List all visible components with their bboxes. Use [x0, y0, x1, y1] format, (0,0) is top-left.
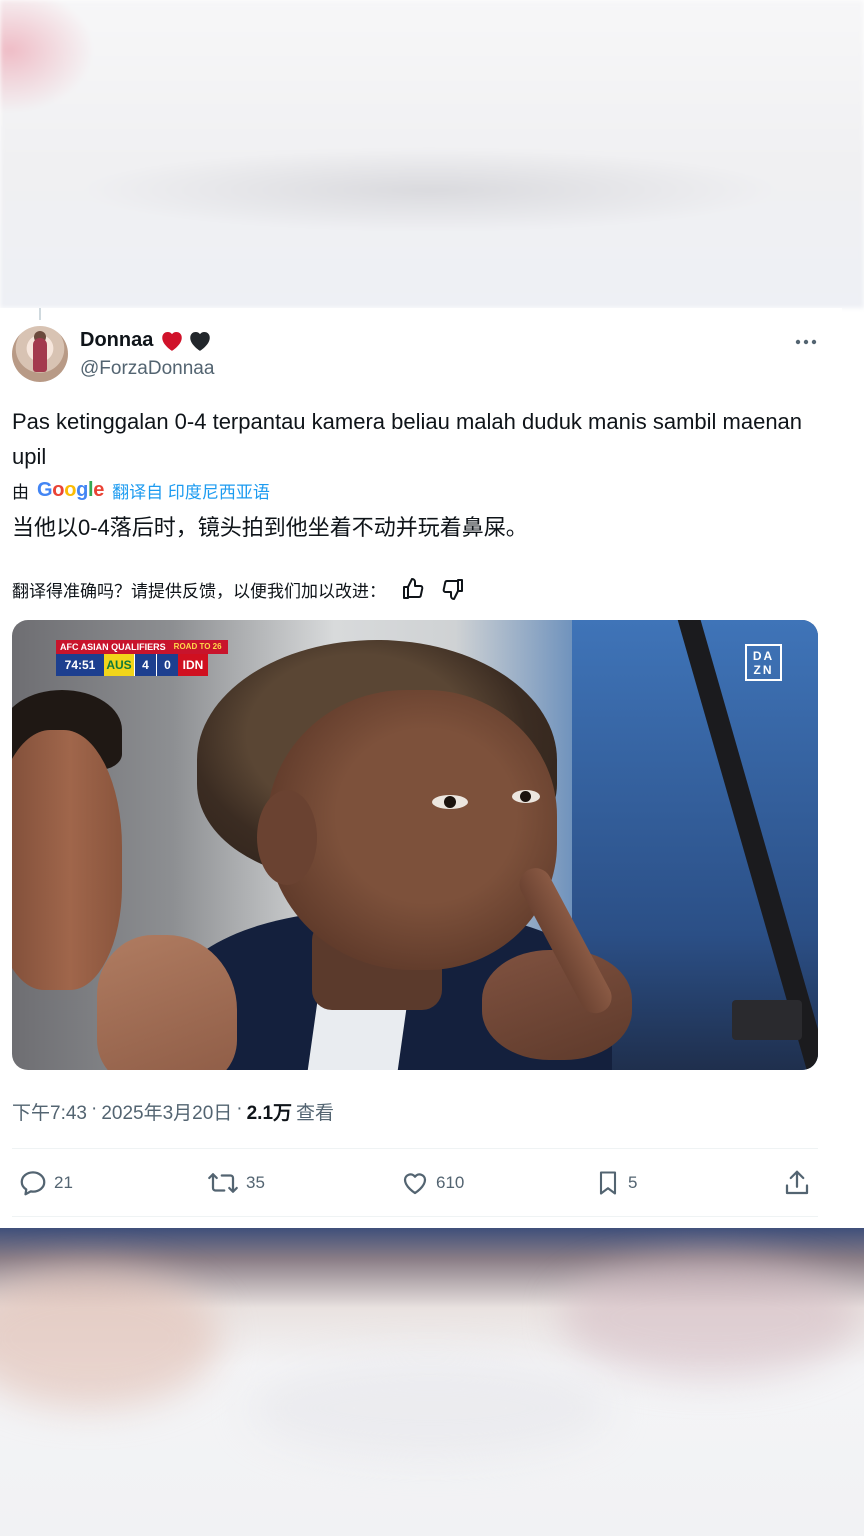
bookmark-icon [599, 1171, 617, 1195]
retweet-button[interactable]: 35 [206, 1166, 265, 1200]
scoreboard: AFC ASIAN QUALIFIERS ROAD TO 26 74:51 AU… [56, 640, 228, 680]
thumbs-up-icon [403, 578, 424, 599]
share-icon [785, 1170, 809, 1195]
bookmark-count: 5 [628, 1173, 638, 1192]
heart-black-icon [190, 331, 211, 351]
blurred-background-top [0, 0, 864, 308]
name-emoji [159, 328, 213, 352]
media-left-person [12, 730, 122, 990]
blur-blob [250, 1358, 610, 1458]
broadcaster-logo: DA ZN [745, 644, 782, 681]
more-icon [795, 339, 817, 345]
tweet-date[interactable]: 2025年3月20日 [101, 1098, 232, 1125]
translated-text: 当他以0-4落后时，镜头拍到他坐着不动并玩着鼻屎。 [12, 515, 528, 540]
translation-feedback: 翻译得准确吗？请提供反馈，以便我们加以改进： [12, 576, 466, 602]
media-camera-mount [732, 1000, 802, 1040]
like-icon [403, 1173, 427, 1195]
tweet-time[interactable]: 下午7:43 [12, 1098, 87, 1125]
reply-icon [20, 1171, 46, 1196]
tweet-media-image[interactable]: AFC ASIAN QUALIFIERS ROAD TO 26 74:51 AU… [12, 620, 818, 1070]
blur-blob [0, 1268, 220, 1408]
scoreboard-header: AFC ASIAN QUALIFIERS ROAD TO 26 [56, 640, 228, 654]
reply-count: 21 [54, 1173, 73, 1192]
display-name-row[interactable]: Donnaa [80, 328, 213, 352]
media-coach-pupil [444, 796, 456, 808]
feedback-prompt: 翻译得准确吗？请提供反馈，以便我们加以改进： [12, 581, 386, 601]
bookmark-button[interactable]: 5 [594, 1166, 637, 1200]
meta-separator: · [90, 1098, 98, 1119]
retweet-icon [208, 1173, 238, 1193]
scoreboard-row: 74:51 AUS 4 0 IDN [56, 654, 228, 676]
translated-by-row: 由 Google 翻译自 印度尼西亚语 [12, 478, 270, 503]
divider [12, 1148, 818, 1149]
scoreboard-tag: ROAD TO 26 [173, 642, 222, 651]
thumbs-up-button[interactable] [400, 576, 426, 602]
translated-from-link[interactable]: 翻译自 印度尼西亚语 [112, 478, 270, 503]
thumbs-down-button[interactable] [440, 576, 466, 602]
like-count: 610 [436, 1173, 465, 1192]
translated-prefix: 由 [12, 483, 29, 502]
user-handle[interactable]: @ForzaDonnaa [80, 358, 214, 380]
share-button[interactable] [782, 1166, 812, 1200]
google-logo: Google [37, 479, 105, 501]
scoreboard-competition: AFC ASIAN QUALIFIERS [60, 642, 166, 652]
media-coach-ear [257, 790, 317, 885]
like-button[interactable]: 610 [400, 1166, 464, 1200]
match-clock: 74:51 [56, 654, 104, 676]
media-coach-pupil [520, 791, 531, 802]
thread-line [39, 308, 41, 320]
display-name[interactable]: Donnaa [80, 329, 153, 352]
more-button[interactable] [792, 328, 820, 356]
away-team: IDN [178, 654, 208, 676]
views-count: 2.1万 [246, 1103, 293, 1124]
views-label: 查看 [296, 1103, 335, 1124]
blur-blob [560, 1258, 860, 1378]
home-score: 4 [134, 654, 156, 676]
blurred-background-bottom [0, 1228, 864, 1536]
divider [12, 1216, 818, 1217]
thumbs-down-icon [442, 579, 463, 600]
avatar-figure-body [33, 338, 47, 372]
tweet-meta: 下午7:43 · 2025年3月20日 · 2.1万 查看 [12, 1098, 334, 1125]
home-team: AUS [104, 654, 134, 676]
meta-separator: · [236, 1098, 243, 1119]
tweet-text: Pas ketinggalan 0-4 terpantau kamera bel… [12, 409, 803, 469]
avatar[interactable] [12, 326, 68, 382]
heart-red-icon [162, 331, 183, 351]
away-score: 0 [156, 654, 178, 676]
action-bar: 21 35 610 5 [0, 1166, 842, 1200]
reply-button[interactable]: 21 [18, 1166, 73, 1200]
tweet-card[interactable]: Donnaa @ForzaDonnaa Pas ketinggalan 0-4 … [0, 308, 842, 1228]
retweet-count: 35 [246, 1173, 265, 1192]
